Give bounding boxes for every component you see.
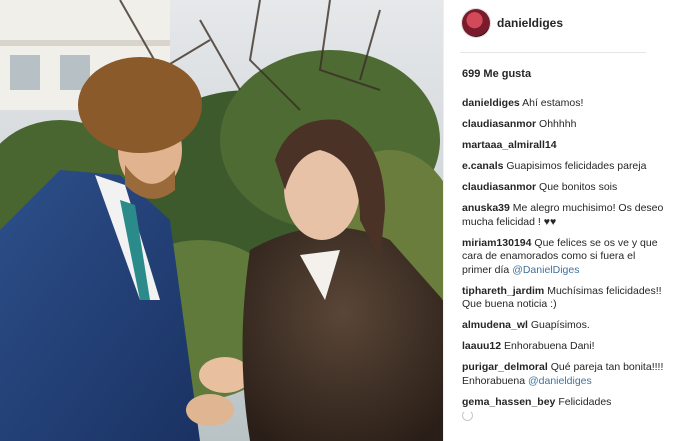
comment-item: gema_hassen_bey Felicidades: [462, 396, 667, 410]
post-username[interactable]: danieldiges: [497, 16, 563, 30]
comment-item: purigar_delmoral Qué pareja tan bonita!!…: [462, 361, 667, 388]
comment-text: Que bonitos sois: [539, 181, 618, 193]
comment-username[interactable]: claudiasanmor: [462, 181, 536, 193]
comment-mention-link[interactable]: @danieldiges: [528, 375, 592, 387]
comment-item: claudiasanmor Que bonitos sois: [462, 181, 667, 195]
comment-item: danieldiges Ahí estamos!: [462, 97, 667, 111]
comment-username[interactable]: claudiasanmor: [462, 118, 536, 130]
header-divider: [460, 52, 646, 53]
comment-username[interactable]: martaaa_almirall14: [462, 139, 557, 151]
comment-username[interactable]: danieldiges: [462, 97, 520, 109]
comment-username[interactable]: gema_hassen_bey: [462, 396, 555, 408]
comments-list: danieldiges Ahí estamos! claudiasanmor O…: [462, 97, 667, 417]
comment-text: Felicidades: [558, 395, 612, 408]
comment-text: Guapísimos.: [530, 319, 590, 331]
comment-mention-link[interactable]: @DanielDiges: [512, 264, 579, 276]
comment-text: Enhorabuena Dani!: [504, 340, 595, 352]
likes-count[interactable]: 699 Me gusta: [462, 68, 531, 80]
comment-username[interactable]: miriam130194: [462, 237, 531, 249]
comment-username[interactable]: laauu12: [462, 340, 501, 352]
comment-username[interactable]: anuska39: [462, 202, 510, 214]
comment-item: almudena_wl Guapísimos.: [462, 319, 667, 333]
comment-username[interactable]: almudena_wl: [462, 319, 528, 331]
comment-item: tiphareth_jardim Muchísimas felicidades!…: [462, 285, 667, 312]
comment-item: miriam130194 Que felices se os ve y que …: [462, 237, 667, 278]
comment-item: e.canals Guapisimos felicidades pareja: [462, 160, 667, 174]
comment-item: laauu12 Enhorabuena Dani!: [462, 340, 667, 354]
comments-panel: danieldiges 699 Me gusta danieldiges Ahí…: [443, 0, 690, 441]
comment-username[interactable]: tiphareth_jardim: [462, 285, 544, 297]
comment-text: Ohhhhh: [539, 118, 577, 130]
comment-username[interactable]: e.canals: [462, 160, 503, 172]
loading-spinner-icon: [462, 410, 473, 421]
comment-item: claudiasanmor Ohhhhh: [462, 118, 667, 132]
avatar[interactable]: [462, 9, 490, 37]
comment-username[interactable]: purigar_delmoral: [462, 361, 548, 373]
post-photo: [0, 0, 443, 441]
comment-text: Ahí estamos!: [522, 97, 584, 109]
comment-item: martaaa_almirall14: [462, 139, 667, 153]
post-header: danieldiges: [444, 0, 690, 48]
comment-text: Guapisimos felicidades pareja: [506, 160, 647, 172]
couple-photo: [0, 0, 443, 441]
comment-item: anuska39 Me alegro muchisimo! Os deseo m…: [462, 202, 667, 229]
